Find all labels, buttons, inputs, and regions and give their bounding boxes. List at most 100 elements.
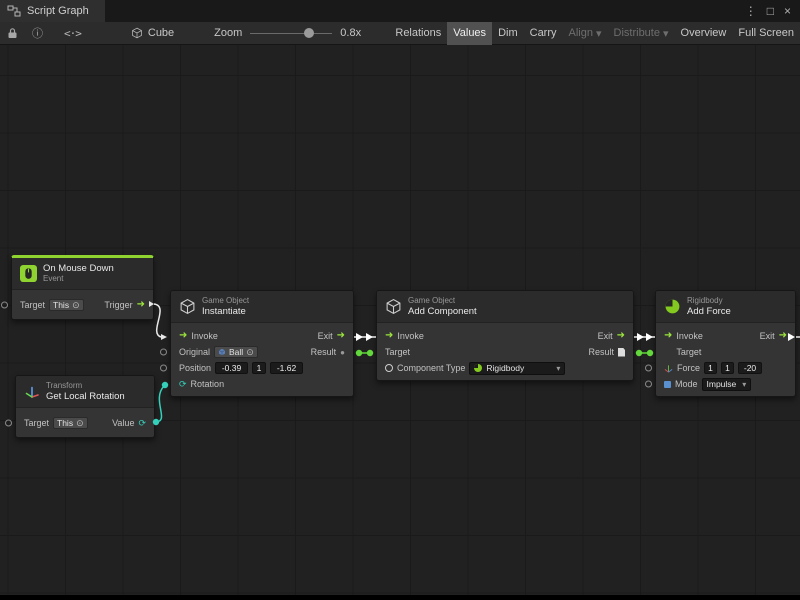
result-label: Result <box>311 347 337 357</box>
force-x-field[interactable]: 1 <box>704 362 717 374</box>
zoom-control: Zoom 0.8x <box>214 27 361 39</box>
node-instantiate[interactable]: Game Object Instantiate ➜ Invoke Exit ➜ … <box>170 290 354 397</box>
object-picker-icon: ⊙ <box>72 300 80 311</box>
force-y-field[interactable]: 1 <box>721 362 734 374</box>
script-graph-tab[interactable]: Script Graph <box>0 0 105 22</box>
exit-exec-icon[interactable]: ➜ <box>617 331 625 341</box>
position-z-field[interactable]: -1.62 <box>270 362 303 374</box>
carry-label: Carry <box>530 27 557 39</box>
chevron-down-icon: ▾ <box>742 380 746 389</box>
component-type-label: Component Type <box>397 363 465 373</box>
invoke-label: Invoke <box>676 331 703 341</box>
original-object-chip[interactable]: Ball ⊙ <box>214 346 258 358</box>
component-type-dropdown[interactable]: Rigidbody ▾ <box>469 362 565 375</box>
fit-graph-icon[interactable]: <·> <box>50 27 95 40</box>
force-z-field[interactable]: -20 <box>738 362 762 374</box>
value-port-marker[interactable] <box>356 350 362 356</box>
carry-button[interactable]: Carry <box>524 22 563 45</box>
enum-icon <box>664 381 671 388</box>
maximize-icon[interactable]: □ <box>767 4 774 18</box>
object-picker-chip[interactable]: This ⊙ <box>53 417 88 429</box>
position-y-field[interactable]: 1 <box>252 362 266 374</box>
object-picker-chip[interactable]: This ⊙ <box>49 299 84 311</box>
exit-exec-icon[interactable]: ➜ <box>779 331 787 341</box>
dim-button[interactable]: Dim <box>492 22 524 45</box>
chevron-down-icon: ▾ <box>663 27 669 40</box>
mode-input-port[interactable] <box>645 381 652 388</box>
node-title: Get Local Rotation <box>46 391 125 402</box>
exit-label: Exit <box>598 331 613 341</box>
original-value: Ball <box>229 347 243 357</box>
target-input-port[interactable] <box>1 302 8 309</box>
exec-port-marker[interactable] <box>646 333 653 341</box>
zoom-slider-track <box>250 33 332 34</box>
target-value: This <box>53 300 69 310</box>
result-label: Result <box>588 347 614 357</box>
invoke-exec-icon[interactable]: ➜ <box>385 331 393 341</box>
exec-port-marker[interactable] <box>161 334 167 340</box>
exit-label: Exit <box>318 331 333 341</box>
overview-button[interactable]: Overview <box>675 22 733 45</box>
unity-script-graph-window: Script Graph ⋮ □ × ⓘ <·> Cube Zoom 0.8x <box>0 0 800 600</box>
overview-label: Overview <box>681 27 727 39</box>
position-input-port[interactable] <box>160 365 167 372</box>
graph-breadcrumb[interactable]: Cube <box>131 27 174 39</box>
exit-exec-icon[interactable]: ➜ <box>337 331 345 341</box>
position-x-field[interactable]: -0.39 <box>215 362 248 374</box>
distribute-button[interactable]: Distribute▾ <box>608 22 675 45</box>
full-screen-label: Full Screen <box>738 27 794 39</box>
node-on-mouse-down[interactable]: On Mouse Down Event Target This ⊙ Trigge… <box>11 255 154 320</box>
graph-canvas[interactable]: On Mouse Down Event Target This ⊙ Trigge… <box>0 45 800 595</box>
game-object-icon <box>179 298 196 315</box>
align-button[interactable]: Align▾ <box>563 22 608 45</box>
node-add-component[interactable]: Game Object Add Component ➜ Invoke Exit … <box>376 290 634 381</box>
component-result-icon[interactable] <box>618 348 625 357</box>
exec-port-marker[interactable] <box>366 333 373 341</box>
relations-label: Relations <box>395 27 441 39</box>
trigger-label: Trigger <box>104 300 132 310</box>
value-port-marker[interactable] <box>636 350 642 356</box>
close-icon[interactable]: × <box>784 4 791 18</box>
values-button[interactable]: Values <box>447 22 492 45</box>
target-label: Target <box>24 418 49 428</box>
force-input-port[interactable] <box>645 365 652 372</box>
node-header: On Mouse Down Event <box>12 258 153 290</box>
invoke-exec-icon[interactable]: ➜ <box>664 331 672 341</box>
value-port-marker[interactable] <box>367 350 373 356</box>
cube-icon <box>131 27 143 39</box>
quaternion-icon[interactable]: ⟳ <box>138 418 146 429</box>
original-input-port[interactable] <box>160 349 167 356</box>
invoke-label: Invoke <box>397 331 424 341</box>
exit-label: Exit <box>760 331 775 341</box>
component-type-input-port[interactable] <box>385 364 393 372</box>
value-port-marker[interactable] <box>647 350 653 356</box>
info-icon[interactable]: ⓘ <box>25 25 50 41</box>
connection-exec[interactable] <box>154 304 161 337</box>
window-menu-icon[interactable]: ⋮ <box>745 4 757 18</box>
node-get-local-rotation[interactable]: Transform Get Local Rotation Target This… <box>15 375 155 438</box>
node-category: Transform <box>46 381 125 391</box>
full-screen-button[interactable]: Full Screen <box>732 22 800 45</box>
value-port-marker[interactable] <box>162 382 168 388</box>
trigger-exec-icon[interactable]: ➜ <box>137 300 145 310</box>
target-input-port[interactable] <box>5 420 12 427</box>
game-object-icon <box>385 298 402 315</box>
prefab-cube-icon <box>218 348 226 356</box>
relations-button[interactable]: Relations <box>389 22 447 45</box>
mode-dropdown[interactable]: Impulse ▾ <box>702 378 752 391</box>
exec-port-marker[interactable] <box>637 333 644 341</box>
result-type-icon[interactable]: ● <box>340 348 345 357</box>
node-header: Transform Get Local Rotation <box>16 376 154 408</box>
connection-value[interactable] <box>155 386 164 422</box>
lock-icon[interactable] <box>0 27 25 39</box>
exec-port-marker[interactable] <box>356 333 363 341</box>
zoom-slider[interactable] <box>250 28 332 38</box>
rigidbody-icon <box>664 298 681 315</box>
node-header: Game Object Instantiate <box>171 291 353 323</box>
node-add-force[interactable]: Rigidbody Add Force ➜ Invoke Exit ➜ ➜ Ta… <box>655 290 796 397</box>
dim-label: Dim <box>498 27 518 39</box>
object-picker-icon: ⊙ <box>76 418 84 429</box>
transform-icon <box>24 384 40 400</box>
invoke-exec-icon[interactable]: ➜ <box>179 331 187 341</box>
zoom-slider-handle[interactable] <box>304 28 314 38</box>
